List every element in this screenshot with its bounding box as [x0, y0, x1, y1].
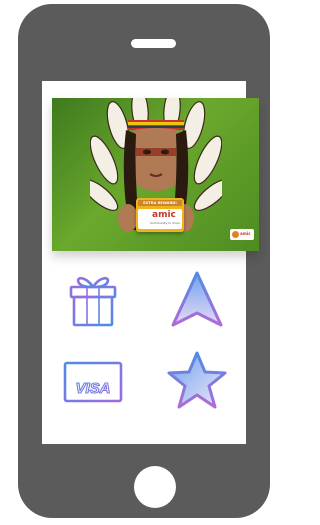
visa-card-icon: VISA	[63, 361, 123, 403]
reward-card: EXTRA REWARD! amic Community in mind	[136, 198, 184, 232]
card-header-text: EXTRA REWARD!	[138, 200, 182, 206]
corner-brand-text: amic	[240, 231, 251, 236]
favorites-button[interactable]	[165, 349, 229, 413]
star-icon	[167, 351, 227, 409]
corner-logo: amic	[230, 229, 254, 240]
phone-screen: EXTRA REWARD! amic Community in mind ami…	[42, 81, 259, 444]
logo-dot-icon	[232, 231, 239, 238]
navigation-arrow-icon	[171, 271, 223, 327]
visa-card-button[interactable]: VISA	[61, 349, 125, 413]
card-brand-text: amic	[152, 210, 176, 220]
gift-button[interactable]	[61, 267, 125, 331]
card-tagline-text: Community in mind	[150, 221, 180, 225]
card-logo: amic Community in mind	[138, 209, 182, 229]
phone-speaker	[131, 39, 176, 48]
home-button[interactable]	[134, 466, 176, 508]
gift-icon	[69, 276, 117, 327]
visa-label: VISA	[75, 380, 110, 397]
phone-frame: EXTRA REWARD! amic Community in mind ami…	[18, 4, 270, 518]
promo-banner[interactable]: EXTRA REWARD! amic Community in mind ami…	[52, 98, 259, 251]
navigation-button[interactable]	[165, 267, 229, 331]
